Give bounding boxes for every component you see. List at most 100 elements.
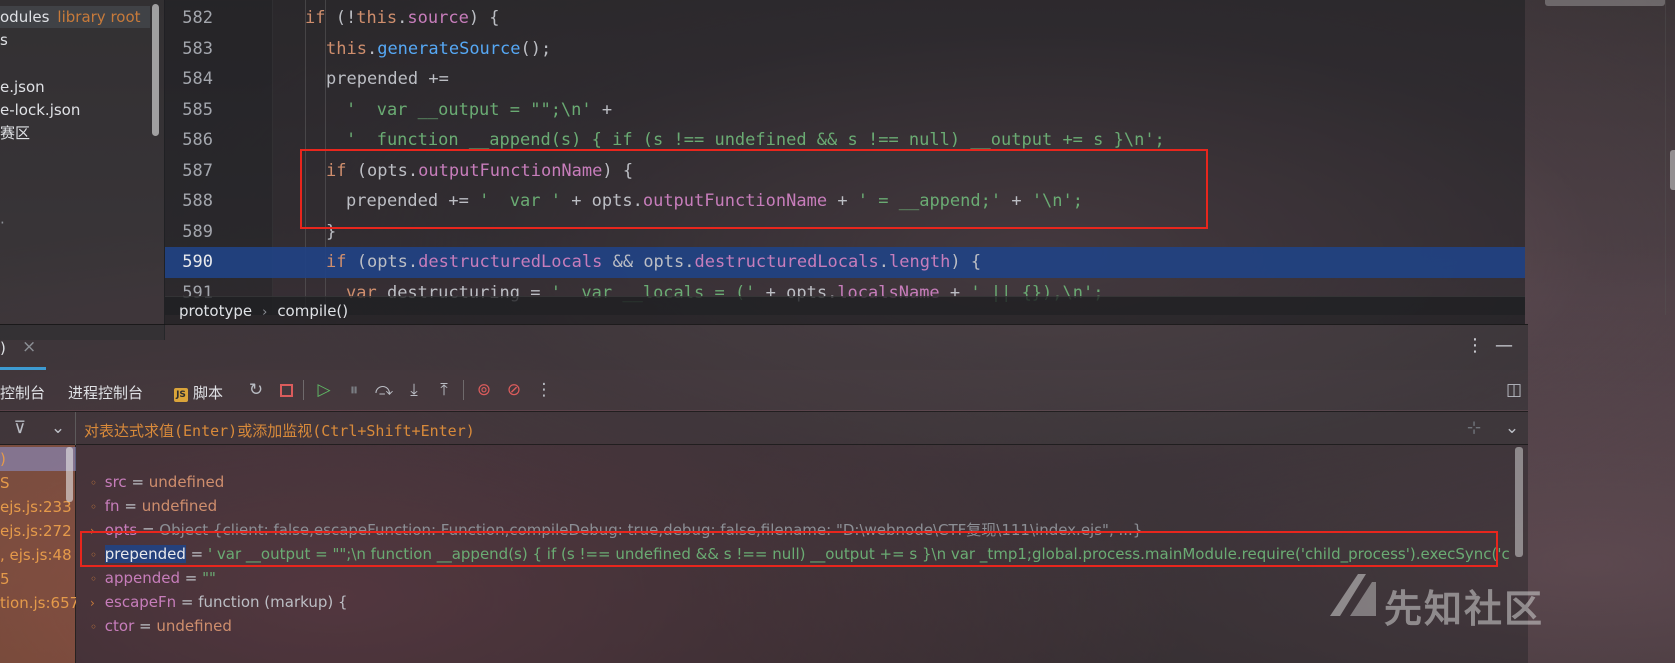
variable-icon: ◦ — [90, 620, 98, 634]
tree-item-label: odules — [0, 8, 50, 26]
project-tree-scrollbar[interactable] — [152, 4, 159, 136]
code-text: prepended += — [326, 69, 449, 89]
line-number[interactable]: 587 — [165, 156, 213, 187]
watermark-text: 先知社区 — [1384, 587, 1545, 631]
evaluate-expression-bar: ⊽ ⌄ 对表达式求值(Enter)或添加监视(Ctrl+Shift+Enter)… — [0, 411, 1528, 446]
tree-item-label: e-lock.json — [0, 101, 81, 119]
variable-name: src — [104, 473, 127, 491]
line-number[interactable]: 589 — [165, 217, 213, 248]
tab-scripts[interactable]: JS 脚本 — [174, 382, 223, 403]
step-over-icon[interactable]: ⤼ — [374, 380, 394, 400]
line-number[interactable]: 583 — [165, 34, 213, 65]
variable-name: appended — [104, 569, 181, 587]
filter-icon[interactable]: ⊽ — [10, 418, 30, 438]
breadcrumb: prototype › compile() — [165, 296, 1525, 324]
tree-item-scratches[interactable]: 赛区 — [0, 122, 30, 144]
debug-toolbar: 控制台 进程控制台 JS 脚本 ↻ ▷ ⏸ ⤼ ⤓ ⤒ ⊚ ⊘ ⋮ ◫ — [0, 370, 1528, 410]
debug-tool-window-header: ) × ⋮ — — [0, 324, 1528, 370]
tree-item-label: s — [0, 31, 8, 49]
step-into-icon[interactable]: ⤓ — [404, 380, 424, 400]
frames-panel: ) S ejs.js:233 ejs.js:272 , ejs.js:48 5 … — [0, 445, 76, 663]
tab-process-console[interactable]: 进程控制台 — [68, 382, 143, 403]
tree-item-node-modules[interactable]: odules library root — [0, 6, 150, 28]
frames-scrollbar[interactable] — [66, 447, 73, 502]
variable-value: undefined — [148, 473, 225, 491]
resume-icon[interactable]: ▷ — [314, 380, 334, 400]
tree-item[interactable]: s — [0, 29, 8, 51]
frame-item[interactable]: , ejs.js:48 — [0, 543, 76, 567]
frame-item[interactable]: 5 — [0, 567, 76, 591]
more-options-icon[interactable]: ⋮ — [1466, 335, 1484, 356]
line-number[interactable]: 586 — [165, 125, 213, 156]
code-text: if (!this.source) { — [305, 8, 500, 28]
minimize-icon[interactable]: — — [1495, 335, 1513, 356]
tree-item-label: e.json — [0, 78, 45, 96]
mute-breakpoints-icon[interactable]: ⊘ — [504, 380, 524, 400]
stop-icon[interactable] — [276, 380, 296, 400]
tree-item-package-lock-json[interactable]: e-lock.json — [0, 99, 80, 121]
tab-console[interactable]: 控制台 — [0, 382, 45, 403]
frame-item[interactable]: ) — [0, 447, 76, 471]
variable-value: undefined — [141, 497, 218, 515]
tree-item-package-json[interactable]: e.json — [0, 76, 45, 98]
chevron-right-icon: › — [262, 305, 268, 320]
editor-top-chip — [1545, 0, 1665, 6]
variable-icon: ◦ — [90, 476, 98, 490]
variable-row[interactable]: ◦ src = undefined — [90, 470, 1510, 494]
toolbar-divider — [463, 380, 464, 400]
rerun-icon[interactable]: ↻ — [246, 380, 266, 400]
variable-name: ctor — [104, 617, 135, 635]
frame-item[interactable]: ejs.js:233 — [0, 495, 76, 519]
line-number[interactable]: 588 — [165, 186, 213, 217]
code-line[interactable]: 583 this.generateSource(); — [165, 34, 1525, 65]
code-text: this.generateSource(); — [326, 38, 552, 59]
more-options-icon[interactable]: ⋮ — [534, 380, 554, 400]
tree-item[interactable]: · — [0, 212, 5, 234]
chevron-down-icon[interactable]: ⌄ — [1502, 418, 1522, 438]
editor-scrollbar[interactable] — [1670, 150, 1675, 190]
line-number[interactable]: 585 — [165, 95, 213, 126]
add-watch-icon[interactable]: ⊹ — [1464, 418, 1484, 438]
variable-value: undefined — [156, 617, 232, 635]
tree-item-label: 赛区 — [0, 124, 31, 142]
code-line[interactable]: 585 ' var __output = "";\n' + — [165, 95, 1525, 126]
code-text: if (opts.destructuredLocals && opts.dest… — [326, 252, 982, 272]
code-text: ' var __output = "";\n' + — [346, 99, 613, 120]
pause-icon[interactable]: ⏸ — [344, 380, 364, 400]
library-root-hint: library root — [57, 8, 141, 26]
breadcrumb-item[interactable]: compile() — [277, 302, 348, 320]
variable-icon: ◦ — [90, 500, 98, 514]
variable-name: fn — [104, 497, 120, 515]
close-icon[interactable]: × — [22, 337, 36, 357]
step-out-icon[interactable]: ⤒ — [434, 380, 454, 400]
variable-row[interactable]: ◦ appended = "" — [90, 566, 1510, 590]
code-line[interactable]: 584 prepended += — [165, 64, 1525, 95]
highlight-box-variable — [80, 531, 1498, 567]
variables-scrollbar[interactable] — [1515, 447, 1523, 557]
variable-row[interactable]: ◦ ctor = undefined — [90, 614, 1510, 638]
watermark-logo-icon — [1330, 574, 1376, 616]
frame-item[interactable]: ejs.js:272 — [0, 519, 76, 543]
view-breakpoints-icon[interactable]: ⊚ — [474, 380, 494, 400]
line-number[interactable]: 584 — [165, 64, 213, 95]
frame-item[interactable]: S — [0, 471, 76, 495]
layout-icon[interactable]: ◫ — [1504, 380, 1524, 400]
variable-icon: ◦ — [90, 572, 98, 586]
breadcrumb-item[interactable]: prototype — [179, 302, 252, 320]
code-line[interactable]: 582 if (!this.source) { — [165, 3, 1525, 34]
frame-item[interactable]: tion.js:657 — [0, 591, 76, 615]
line-number[interactable]: 582 — [165, 3, 213, 34]
tab-scripts-label: 脚本 — [193, 384, 224, 402]
code-line-current[interactable]: 590 if (opts.destructuredLocals && opts.d… — [165, 247, 1525, 278]
js-icon: JS — [174, 388, 188, 402]
chevron-down-icon[interactable]: ⌄ — [48, 418, 68, 438]
variable-value: "" — [202, 569, 216, 587]
expand-chevron-icon[interactable]: › — [90, 591, 100, 614]
project-tree-panel: odules library root s e.json e-lock.json … — [0, 0, 165, 340]
debug-session-tab[interactable]: ) — [0, 339, 6, 357]
evaluate-expression-input[interactable]: 对表达式求值(Enter)或添加监视(Ctrl+Shift+Enter) — [84, 420, 475, 441]
variable-row[interactable]: ◦ fn = undefined — [90, 494, 1510, 518]
variable-row[interactable]: › escapeFn = function (markup) { — [90, 590, 1510, 614]
panel-divider — [75, 412, 76, 446]
line-number[interactable]: 590 — [165, 247, 213, 278]
